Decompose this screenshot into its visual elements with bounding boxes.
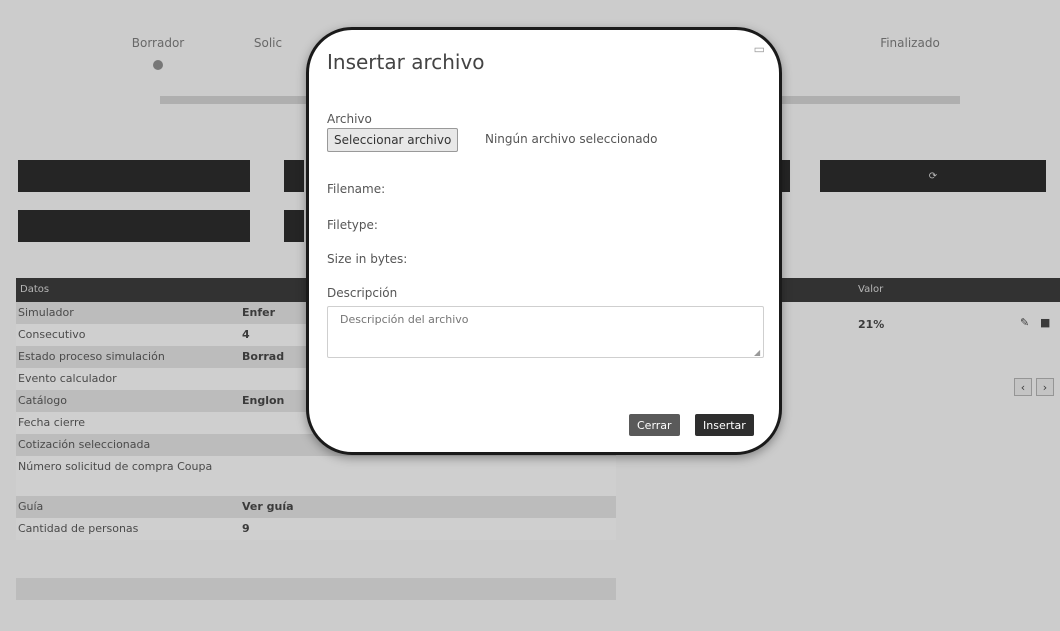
modal-title: Insertar archivo <box>327 50 485 74</box>
description-input[interactable] <box>327 306 764 358</box>
description-label: Descripción <box>327 286 398 300</box>
filename-label: Filename: <box>327 182 386 196</box>
size-label: Size in bytes: <box>327 252 408 266</box>
insert-button[interactable]: Insertar <box>695 414 754 436</box>
resize-handle-icon[interactable]: ◢ <box>754 348 760 357</box>
file-status: Ningún archivo seleccionado <box>485 132 658 146</box>
archivo-label: Archivo <box>327 112 372 126</box>
insert-file-modal: Insertar archivo ▭ Archivo Seleccionar a… <box>306 27 782 455</box>
close-icon[interactable]: ▭ <box>754 42 765 56</box>
select-file-button[interactable]: Seleccionar archivo <box>327 128 459 152</box>
close-button[interactable]: Cerrar <box>629 414 680 436</box>
filetype-label: Filetype: <box>327 218 378 232</box>
